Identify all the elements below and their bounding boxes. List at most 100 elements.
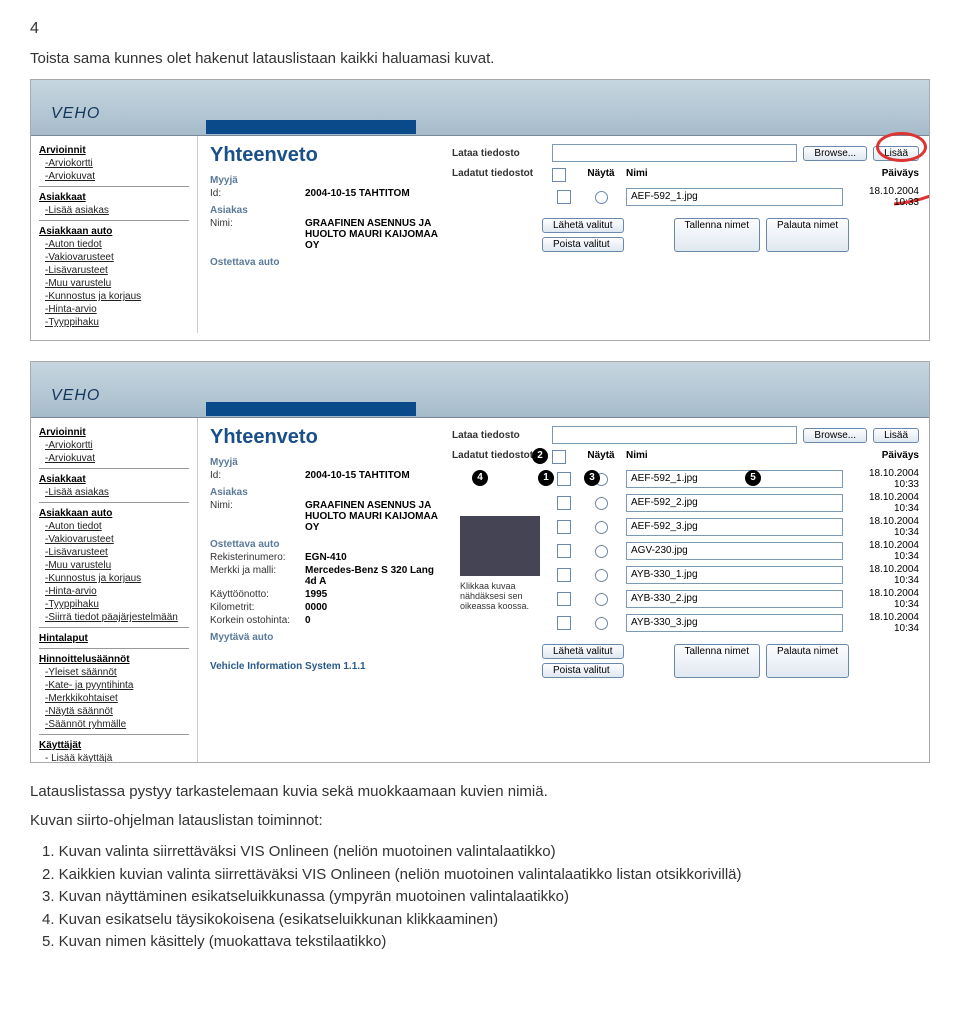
upload-path-input[interactable]	[552, 144, 797, 162]
file-checkbox[interactable]	[557, 190, 571, 204]
file-name-input[interactable]: AYB-330_1.jpg	[626, 566, 843, 584]
browse-button[interactable]: Browse...	[803, 146, 867, 161]
file-preview-radio[interactable]	[595, 617, 608, 630]
file-date: 18.10.2004 10:34	[849, 516, 919, 538]
file-name-input[interactable]: AEF-592_1.jpg	[626, 188, 843, 206]
sidebar-item-asiakkaan-auto[interactable]: Asiakkaan auto	[39, 507, 189, 520]
save-names-button[interactable]: Tallenna nimet	[674, 218, 760, 252]
sidebar-item-arviokuvat[interactable]: -Arviokuvat	[39, 170, 189, 183]
upload-path-input[interactable]	[552, 426, 797, 444]
sidebar-item-vakio[interactable]: -Vakiovarusteet	[39, 251, 189, 264]
delete-button[interactable]: Poista valitut	[542, 663, 624, 678]
file-checkbox[interactable]	[557, 520, 571, 534]
sidebar-item-siirra[interactable]: -Siirrä tiedot päajärjestelmään	[39, 611, 189, 624]
file-checkbox[interactable]	[557, 616, 571, 630]
sidebar-item-arviokortti[interactable]: -Arviokortti	[39, 439, 189, 452]
file-checkbox[interactable]	[557, 592, 571, 606]
sidebar-item-kayttajat[interactable]: Käyttäjät	[39, 739, 189, 752]
file-name-input[interactable]: AEF-592_2.jpg	[626, 494, 843, 512]
file-date: 18.10.2004 10:34	[849, 540, 919, 562]
label-merkki: Merkki ja malli:	[210, 565, 305, 587]
send-button[interactable]: Lähetä valitut	[542, 218, 624, 233]
sidebar-item-lisaa-asiakas[interactable]: -Lisää asiakas	[39, 204, 189, 217]
col-paivays: Päiväys	[849, 168, 919, 182]
sidebar-item-vakio[interactable]: -Vakiovarusteet	[39, 533, 189, 546]
file-name-input[interactable]: AEF-592_3.jpg	[626, 518, 843, 536]
sidebar-item-asiakkaat[interactable]: Asiakkaat	[39, 473, 189, 486]
preview-tip: Klikkaa kuvaa nähdäksesi sen oikeassa ko…	[460, 582, 547, 612]
sidebar-item-hinta[interactable]: -Hinta-arvio	[39, 303, 189, 316]
sidebar-item-lisaa-k[interactable]: - Lisää käyttäjä	[39, 752, 189, 763]
delete-button[interactable]: Poista valitut	[542, 237, 624, 252]
sidebar-item-auton-tiedot[interactable]: -Auton tiedot	[39, 238, 189, 251]
list-item-1: 1. Kuvan valinta siirrettäväksi VIS Onli…	[42, 841, 930, 864]
restore-names-button[interactable]: Palauta nimet	[766, 644, 849, 678]
file-checkbox[interactable]	[557, 568, 571, 582]
file-checkbox[interactable]	[557, 472, 571, 486]
checkbox-all[interactable]	[552, 168, 566, 182]
col-nayta: Näytä	[576, 450, 626, 464]
sidebar-item-arvioinnit[interactable]: Arvioinnit	[39, 144, 189, 157]
sidebar-item-muu[interactable]: -Muu varustelu	[39, 559, 189, 572]
sidebar-item-muu[interactable]: -Muu varustelu	[39, 277, 189, 290]
label-lataa: Lataa tiedosto	[452, 430, 552, 441]
sidebar-item-merkki[interactable]: -Merkkikohtaiset	[39, 692, 189, 705]
sidebar-item-kunnostus[interactable]: -Kunnostus ja korjaus	[39, 572, 189, 585]
sidebar-item-tyyppih[interactable]: -Tyyppihaku	[39, 316, 189, 329]
logo: VEHO	[51, 387, 100, 405]
checkbox-all[interactable]	[552, 450, 566, 464]
sidebar-item-kunnostus[interactable]: -Kunnostus ja korjaus	[39, 290, 189, 303]
file-checkbox[interactable]	[557, 496, 571, 510]
sidebar-item-nayta-s[interactable]: -Näytä säännöt	[39, 705, 189, 718]
file-row: AEF-592_1.jpg18.10.2004 10:33	[452, 468, 919, 490]
sidebar-item-asiakkaat[interactable]: Asiakkaat	[39, 191, 189, 204]
file-name-input[interactable]: AYB-330_3.jpg	[626, 614, 843, 632]
sidebar-item-hinta[interactable]: -Hinta-arvio	[39, 585, 189, 598]
col-paivays: Päiväys	[849, 450, 919, 464]
file-checkbox[interactable]	[557, 544, 571, 558]
file-preview-radio[interactable]	[595, 521, 608, 534]
send-button[interactable]: Lähetä valitut	[542, 644, 624, 659]
file-preview-radio[interactable]	[595, 569, 608, 582]
badge-1: 1	[538, 470, 554, 486]
sidebar-item-arviokuvat[interactable]: -Arviokuvat	[39, 452, 189, 465]
file-date: 18.10.2004 10:34	[849, 564, 919, 586]
file-name-input[interactable]: AGV-230.jpg	[626, 542, 843, 560]
sidebar-item-auton-tiedot[interactable]: -Auton tiedot	[39, 520, 189, 533]
file-name-input[interactable]: AEF-592_1.jpg	[626, 470, 843, 488]
sidebar-item-ryhmalle[interactable]: -Säännöt ryhmälle	[39, 718, 189, 731]
sidebar-item-hintalaput[interactable]: Hintalaput	[39, 632, 189, 645]
add-button[interactable]: Lisää	[873, 146, 919, 161]
label-kaytto: Käyttöönotto:	[210, 589, 305, 600]
file-preview-radio[interactable]	[595, 497, 608, 510]
sidebar: Arvioinnit -Arviokortti -Arviokuvat Asia…	[31, 136, 198, 333]
badge-2: 2	[532, 448, 548, 464]
file-preview-radio[interactable]	[595, 593, 608, 606]
sidebar-item-tyyppih[interactable]: -Tyyppihaku	[39, 598, 189, 611]
sidebar-item-lisavar[interactable]: -Lisävarusteet	[39, 264, 189, 277]
file-column: Lataa tiedosto Browse... Lisää Ladatut t…	[452, 418, 929, 763]
value-merkki: Mercedes-Benz S 320 Lang 4d A	[305, 565, 440, 587]
sidebar-item-hinnoit[interactable]: Hinnoittelusäännöt	[39, 653, 189, 666]
sidebar-item-arviokortti[interactable]: -Arviokortti	[39, 157, 189, 170]
add-button[interactable]: Lisää	[873, 428, 919, 443]
sidebar-item-lisaa-asiakas[interactable]: -Lisää asiakas	[39, 486, 189, 499]
sidebar-item-kate[interactable]: -Kate- ja pyyntihinta	[39, 679, 189, 692]
list-item-2: 2. Kaikkien kuvian valinta siirrettäväks…	[42, 864, 930, 887]
sidebar-item-asiakkaan-auto[interactable]: Asiakkaan auto	[39, 225, 189, 238]
file-row: AEF-592_1.jpg 18.10.2004 10:33	[452, 186, 919, 208]
sidebar-item-lisavar[interactable]: -Lisävarusteet	[39, 546, 189, 559]
save-names-button[interactable]: Tallenna nimet	[674, 644, 760, 678]
sidebar-item-arvioinnit[interactable]: Arvioinnit	[39, 426, 189, 439]
section-ostettava: Ostettava auto	[210, 539, 440, 550]
file-column: Lataa tiedosto Browse... Lisää Ladatut t…	[452, 136, 929, 333]
file-preview-radio[interactable]	[595, 545, 608, 558]
sidebar-item-yleiset[interactable]: -Yleiset säännöt	[39, 666, 189, 679]
label-lataa: Lataa tiedosto	[452, 148, 552, 159]
restore-names-button[interactable]: Palauta nimet	[766, 218, 849, 252]
file-name-input[interactable]: AYB-330_2.jpg	[626, 590, 843, 608]
summary-column: Yhteenveto Myyjä Id:2004-10-15 TAHTITOM …	[198, 418, 452, 763]
preview-thumbnail[interactable]	[460, 516, 540, 576]
file-preview-radio[interactable]	[595, 191, 608, 204]
browse-button[interactable]: Browse...	[803, 428, 867, 443]
